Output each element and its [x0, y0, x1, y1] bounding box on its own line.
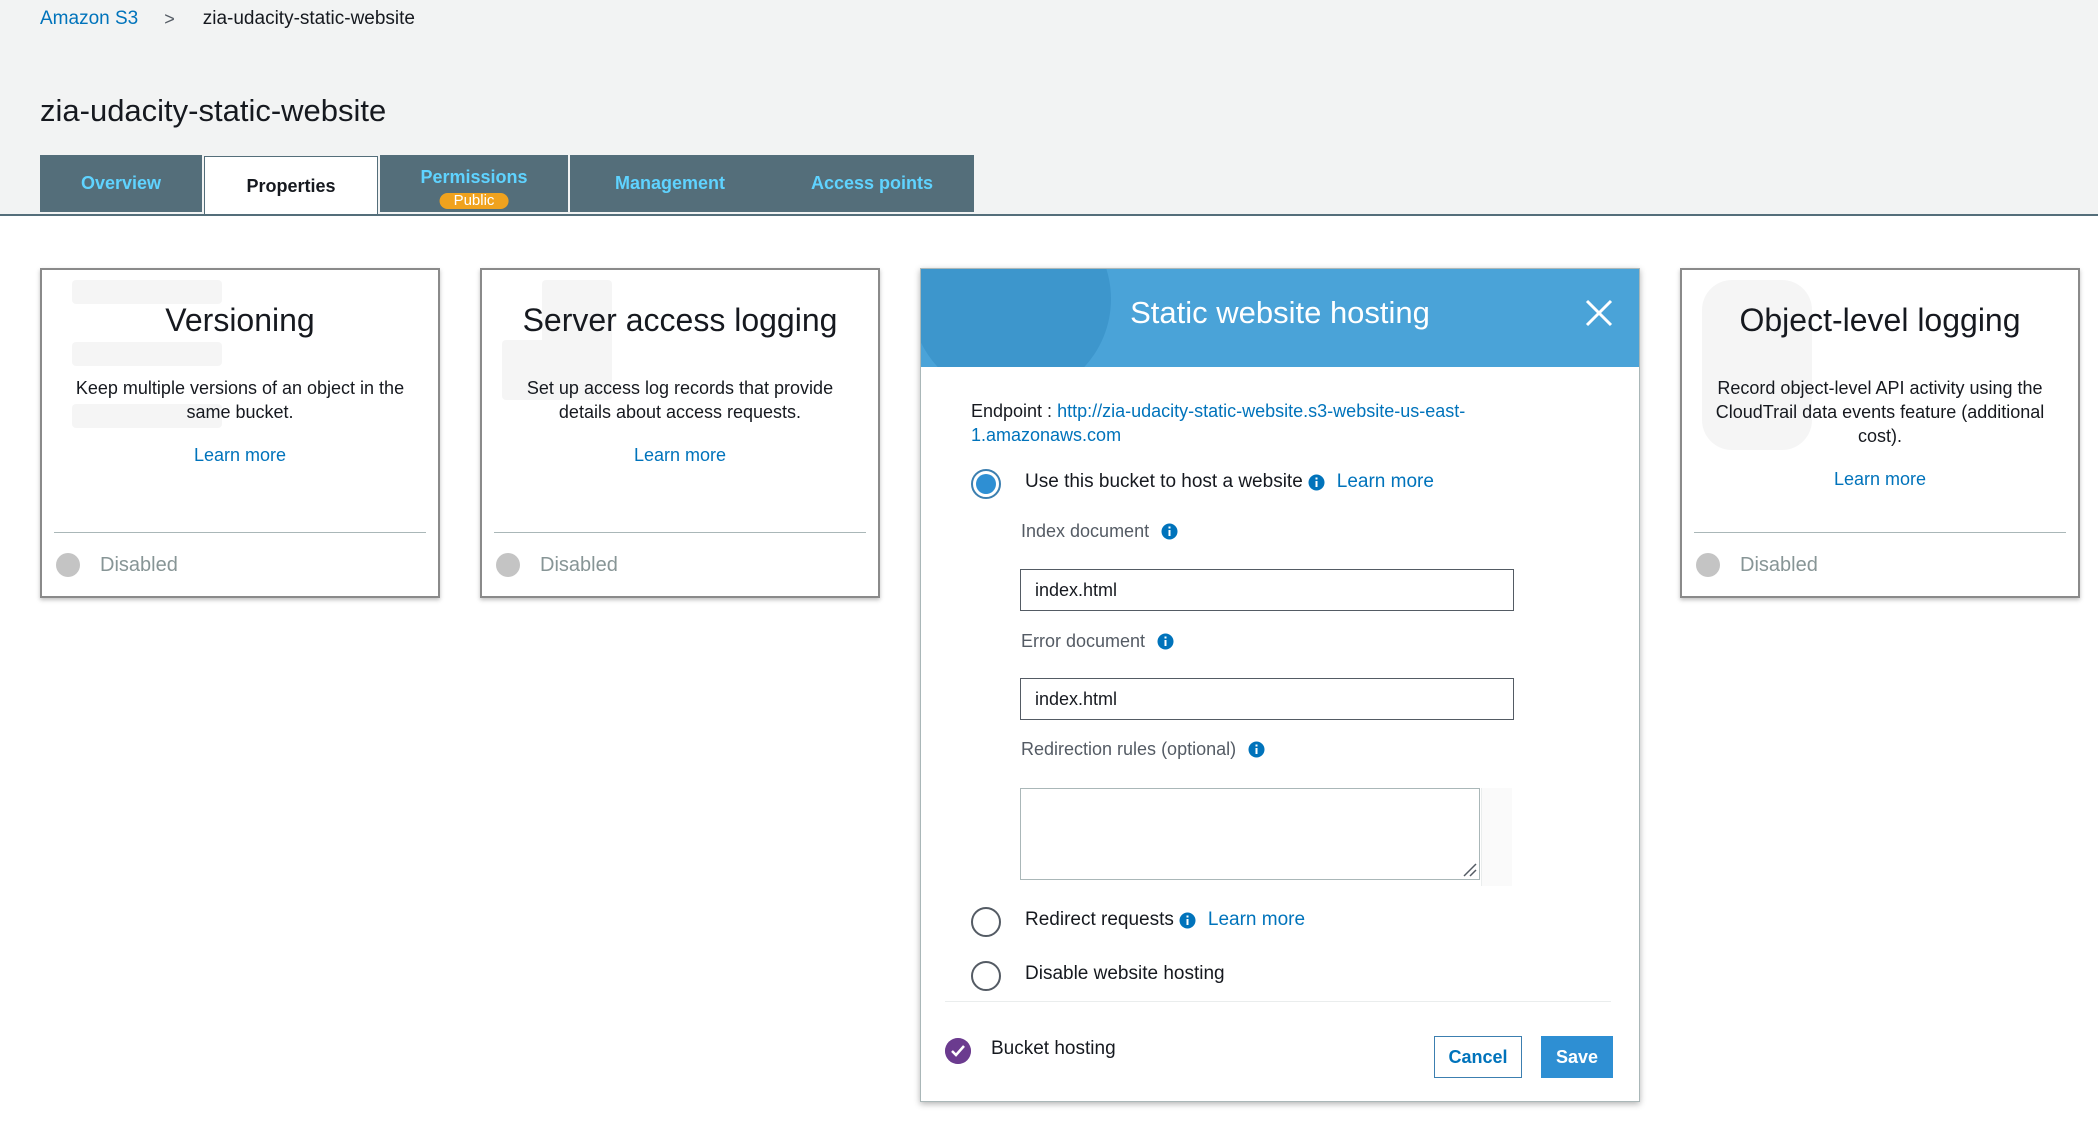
radio-label: Redirect requests	[1025, 909, 1174, 930]
learn-more-link[interactable]: Learn more	[482, 445, 878, 466]
chevron-right-icon: >	[164, 8, 175, 29]
versioning-card[interactable]: Versioning Keep multiple versions of an …	[40, 268, 440, 598]
radio-label: Disable website hosting	[1025, 963, 1225, 984]
card-status: Disabled	[496, 553, 618, 577]
card-title: Versioning	[165, 302, 315, 338]
info-icon[interactable]	[1248, 741, 1265, 758]
info-icon[interactable]	[1308, 474, 1325, 491]
tab-label: Access points	[810, 173, 934, 193]
disable-hosting-radio[interactable]	[971, 961, 1001, 991]
disable-hosting-option: Disable website hosting	[1025, 963, 1225, 985]
resize-grip-icon[interactable]	[1462, 862, 1478, 878]
index-document-label: Index document	[1021, 521, 1178, 542]
card-divider	[494, 532, 866, 533]
host-website-radio[interactable]	[971, 469, 1001, 499]
card-status: Disabled	[56, 553, 178, 577]
status-dot-icon	[56, 553, 80, 577]
field-label-text: Redirection rules (optional)	[1021, 739, 1237, 759]
field-label-text: Index document	[1021, 521, 1150, 541]
card-divider	[54, 532, 426, 533]
error-document-label: Error document	[1021, 631, 1174, 652]
tab-properties[interactable]: Properties	[204, 156, 378, 216]
close-icon[interactable]	[1579, 293, 1619, 333]
field-label-text: Error document	[1021, 631, 1146, 651]
redirect-requests-option: Redirect requests Learn more	[1025, 909, 1305, 931]
watermark-shape	[72, 280, 222, 304]
page-title: zia-udacity-static-website	[40, 93, 387, 128]
endpoint: Endpoint : http://zia-udacity-static-web…	[971, 399, 1531, 447]
panel-title: Static website hosting	[1130, 295, 1430, 330]
tab-label: Properties	[246, 176, 336, 196]
tab-permissions[interactable]: Permissions Public	[380, 155, 568, 212]
bucket-hosting-label: Bucket hosting	[991, 1038, 1116, 1059]
status-text: Disabled	[100, 553, 178, 576]
card-description: Keep multiple versions of an object in t…	[75, 378, 405, 422]
info-icon[interactable]	[1161, 523, 1178, 540]
card-divider	[1694, 532, 2066, 533]
check-icon	[945, 1038, 971, 1064]
tab-overview[interactable]: Overview	[40, 155, 202, 212]
learn-more-link[interactable]: Learn more	[42, 445, 438, 466]
tab-label: Overview	[80, 173, 162, 193]
card-description: Set up access log records that provide d…	[526, 378, 834, 422]
info-icon[interactable]	[1179, 912, 1196, 929]
learn-more-link[interactable]: Learn more	[1337, 471, 1434, 493]
cancel-button[interactable]: Cancel	[1434, 1036, 1522, 1078]
info-icon[interactable]	[1157, 633, 1174, 650]
panel-header: Static website hosting	[921, 269, 1639, 367]
breadcrumb-amazon-s3-link[interactable]: Amazon S3	[40, 8, 138, 30]
save-button[interactable]: Save	[1541, 1036, 1613, 1078]
tab-baseline	[0, 214, 2098, 216]
status-text: Disabled	[1740, 553, 1818, 576]
object-level-logging-card[interactable]: Object-level logging Record object-level…	[1680, 268, 2080, 598]
tab-management[interactable]: Management	[570, 155, 770, 212]
status-dot-icon	[1696, 553, 1720, 577]
textarea-scrollbar[interactable]	[1481, 788, 1512, 886]
watermark-shape	[72, 342, 222, 366]
radio-label: Use this bucket to host a website	[1025, 471, 1303, 492]
card-status: Disabled	[1696, 553, 1818, 577]
static-website-hosting-panel: Static website hosting Endpoint : http:/…	[920, 268, 1640, 1102]
tab-label: Management	[614, 173, 726, 193]
server-access-logging-card[interactable]: Server access logging Set up access log …	[480, 268, 880, 598]
breadcrumb: Amazon S3 > zia-udacity-static-website	[40, 8, 415, 30]
panel-divider	[945, 1001, 1611, 1002]
public-badge: Public	[439, 193, 509, 209]
endpoint-label: Endpoint :	[971, 401, 1053, 421]
learn-more-link[interactable]: Learn more	[1682, 469, 2078, 490]
breadcrumb-current: zia-udacity-static-website	[202, 8, 415, 29]
learn-more-link[interactable]: Learn more	[1208, 909, 1305, 931]
tab-access-points[interactable]: Access points	[770, 155, 974, 212]
index-document-input[interactable]	[1020, 569, 1514, 611]
host-website-option: Use this bucket to host a website Learn …	[1025, 471, 1434, 493]
error-document-input[interactable]	[1020, 678, 1514, 720]
redirection-rules-textarea[interactable]	[1020, 788, 1480, 880]
redirection-rules-label: Redirection rules (optional)	[1021, 739, 1265, 760]
status-dot-icon	[496, 553, 520, 577]
card-description: Record object-level API activity using t…	[1715, 378, 2045, 446]
tab-label: Permissions	[420, 167, 528, 187]
status-text: Disabled	[540, 553, 618, 576]
card-title: Server access logging	[522, 302, 838, 338]
card-title: Object-level logging	[1739, 302, 2021, 338]
redirect-requests-radio[interactable]	[971, 907, 1001, 937]
